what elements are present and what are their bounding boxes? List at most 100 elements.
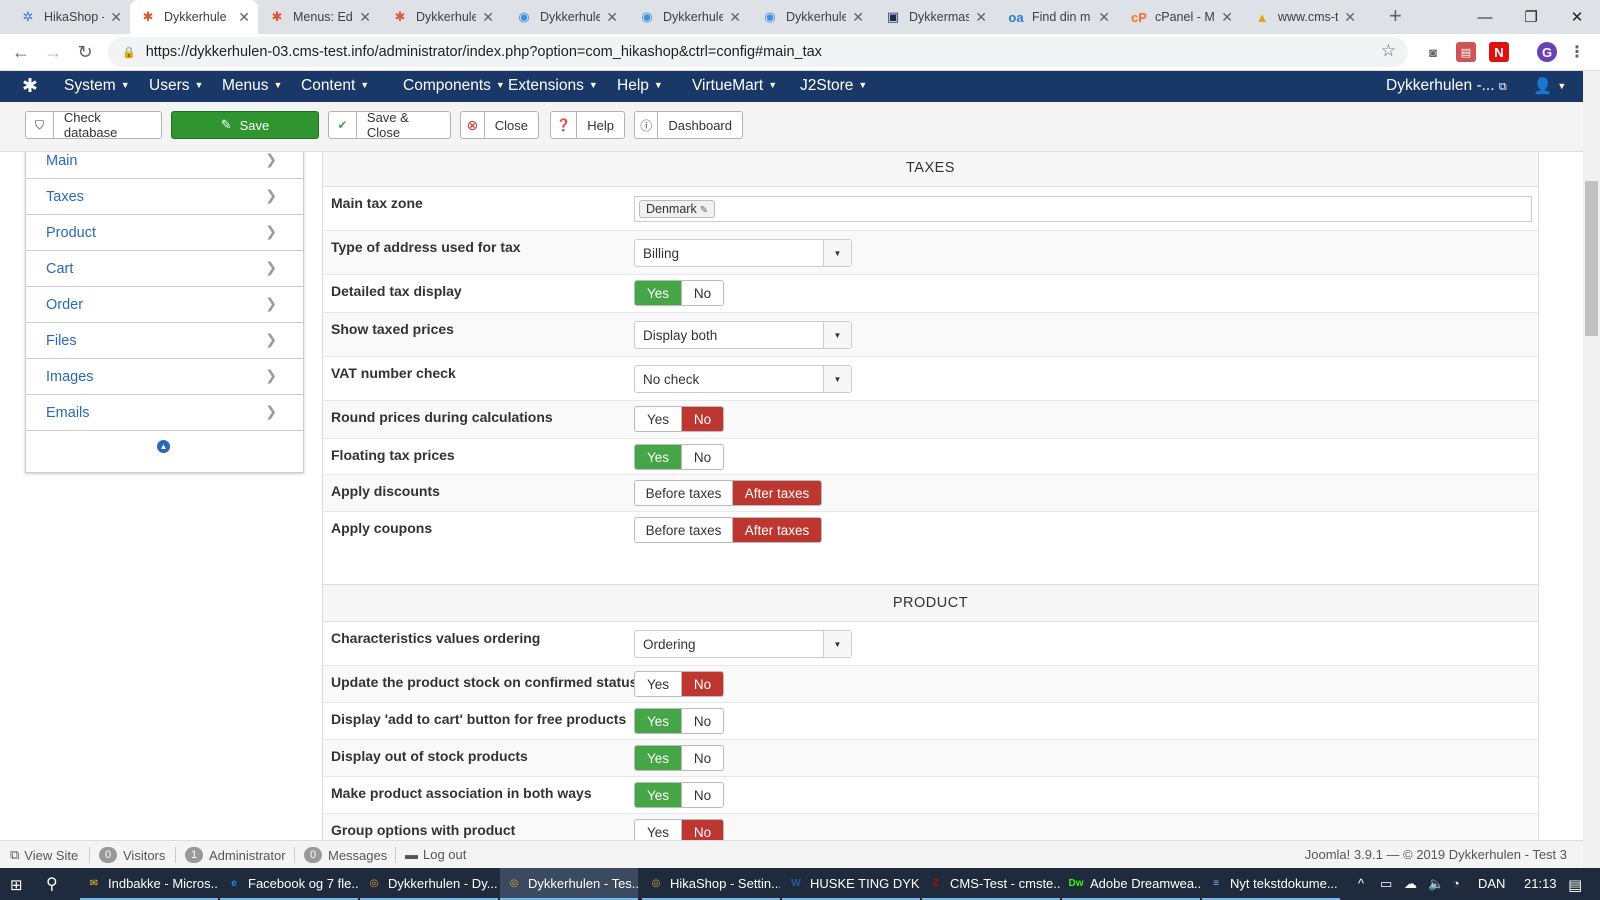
yes-option[interactable]: Yes: [635, 746, 682, 770]
collapse-up-icon[interactable]: ▲: [157, 440, 170, 453]
nav-menu-virtuemart[interactable]: VirtueMart ▼: [692, 77, 777, 95]
no-option[interactable]: No: [682, 709, 723, 733]
taskbar-item[interactable]: W HUSKE TING DYK...: [782, 868, 920, 900]
help-button[interactable]: ❓ Help: [550, 111, 625, 139]
close-window-icon[interactable]: ✕: [1554, 0, 1600, 34]
after-taxes-option[interactable]: After taxes: [733, 481, 821, 505]
clock[interactable]: 21:13: [1524, 876, 1557, 891]
yes-option[interactable]: Yes: [635, 783, 682, 807]
sidebar-item-product[interactable]: Product ❯: [26, 215, 303, 251]
save-button[interactable]: ✎ Save: [171, 111, 319, 139]
browser-tab[interactable]: ▣ Dykkermas ✕: [875, 0, 995, 34]
close-tab-icon[interactable]: ✕: [729, 9, 741, 26]
nav-menu-components[interactable]: Components ▼: [403, 77, 505, 95]
yes-option[interactable]: Yes: [635, 709, 682, 733]
dashboard-button[interactable]: ⓘ Dashboard: [634, 111, 743, 139]
nav-menu-menus[interactable]: Menus ▼: [222, 77, 282, 95]
char-ordering-select[interactable]: Ordering ▼: [634, 630, 852, 658]
windows-start-icon[interactable]: ⊞: [10, 876, 23, 894]
search-icon[interactable]: ⚲: [46, 874, 58, 894]
nav-menu-j2store[interactable]: J2Store ▼: [800, 77, 867, 95]
browser-tab[interactable]: ✱ Dykkerhule ✕: [130, 0, 258, 34]
browser-tab[interactable]: ◉ Dykkerhule ✕: [506, 0, 626, 34]
battery-icon[interactable]: ▭: [1380, 876, 1392, 892]
browser-tab[interactable]: ◉ Dykkerhule ✕: [752, 0, 872, 34]
vat-check-select[interactable]: No check ▼: [634, 365, 852, 393]
no-option[interactable]: No: [682, 281, 723, 305]
camera-icon[interactable]: ◙: [1423, 42, 1443, 62]
taskbar-item[interactable]: Dw Adobe Dreamwea...: [1062, 868, 1200, 900]
yes-option[interactable]: Yes: [635, 445, 682, 469]
volume-icon[interactable]: 🔈: [1428, 876, 1444, 892]
tray-chevron-icon[interactable]: ^: [1358, 876, 1364, 891]
nav-menu-system[interactable]: System ▼: [64, 77, 130, 95]
taskbar-item[interactable]: ◎ Dykkerhulen - Dy...: [360, 868, 498, 900]
page-scrollbar[interactable]: [1583, 71, 1600, 868]
bookmark-star-icon[interactable]: ☆: [1381, 41, 1396, 61]
browser-tab[interactable]: ▲ www.cms-t ✕: [1244, 0, 1364, 34]
url-bar[interactable]: 🔒 https://dykkerhulen-03.cms-test.info/a…: [108, 37, 1408, 67]
yes-option[interactable]: Yes: [635, 820, 682, 840]
n-extension-icon[interactable]: N: [1489, 42, 1509, 62]
wifi-icon[interactable]: ◔: [1452, 876, 1460, 891]
no-option[interactable]: No: [682, 445, 723, 469]
reload-icon[interactable]: ↻: [72, 39, 98, 65]
close-tab-icon[interactable]: ✕: [1221, 9, 1233, 26]
before-taxes-option[interactable]: Before taxes: [635, 481, 733, 505]
logout-link[interactable]: ▬ Log out: [405, 847, 466, 862]
check-database-button[interactable]: ⛉ Check database: [25, 110, 162, 140]
pencil-icon[interactable]: ✎: [700, 205, 708, 216]
no-option[interactable]: No: [682, 407, 723, 431]
browser-tab[interactable]: ✱ Menus: Edi ✕: [259, 0, 379, 34]
language-indicator[interactable]: DAN: [1478, 876, 1505, 891]
yes-option[interactable]: Yes: [635, 281, 682, 305]
taskbar-item[interactable]: ◎ HikaShop - Settin...: [642, 868, 780, 900]
sidebar-item-files[interactable]: Files ❯: [26, 323, 303, 359]
notifications-icon[interactable]: ▤: [1568, 876, 1582, 894]
sidebar-item-cart[interactable]: Cart ❯: [26, 251, 303, 287]
close-tab-icon[interactable]: ✕: [1098, 9, 1110, 26]
user-menu-icon[interactable]: 👤 ▼: [1533, 77, 1566, 96]
close-tab-icon[interactable]: ✕: [482, 9, 494, 26]
close-tab-icon[interactable]: ✕: [238, 9, 250, 26]
restore-icon[interactable]: ❐: [1508, 0, 1554, 34]
pdf-extension-icon[interactable]: ▤: [1456, 42, 1476, 62]
close-tab-icon[interactable]: ✕: [852, 9, 864, 26]
view-site-link[interactable]: ⧉ View Site: [10, 847, 78, 863]
forward-icon[interactable]: →: [40, 39, 66, 65]
no-option[interactable]: No: [682, 783, 723, 807]
sidebar-item-main[interactable]: Main ❯: [26, 152, 303, 179]
browser-tab[interactable]: ✱ Dykkerhule ✕: [382, 0, 502, 34]
nav-menu-extensions[interactable]: Extensions ▼: [508, 77, 598, 95]
taskbar-item[interactable]: e Facebook og 7 fle...: [220, 868, 358, 900]
nav-menu-content[interactable]: Content ▼: [301, 77, 369, 95]
site-name-link[interactable]: Dykkerhulen -... ⧉: [1386, 77, 1507, 95]
sidebar-item-taxes[interactable]: Taxes ❯: [26, 179, 303, 215]
browser-menu-icon[interactable]: ⋮: [1567, 42, 1587, 62]
joomla-logo-icon[interactable]: ✱: [22, 75, 38, 98]
browser-tab[interactable]: ✲ HikaShop - ✕: [10, 0, 130, 34]
taskbar-item[interactable]: ◎ Dykkerhulen - Tes...: [500, 868, 638, 900]
no-option[interactable]: No: [682, 672, 723, 696]
browser-tab[interactable]: oa Find din m ✕: [998, 0, 1118, 34]
sidebar-item-emails[interactable]: Emails ❯: [26, 395, 303, 431]
messages-status[interactable]: 0 Messages: [304, 847, 387, 863]
yes-option[interactable]: Yes: [635, 672, 682, 696]
taskbar-item[interactable]: Z CMS-Test - cmste...: [922, 868, 1060, 900]
close-tab-icon[interactable]: ✕: [359, 9, 371, 26]
back-icon[interactable]: ←: [8, 39, 34, 65]
minimize-icon[interactable]: —: [1462, 0, 1508, 34]
taskbar-item[interactable]: ≡ Nyt tekstdokume...: [1202, 868, 1340, 900]
nav-menu-help[interactable]: Help ▼: [617, 77, 663, 95]
no-option[interactable]: No: [682, 746, 723, 770]
nav-menu-users[interactable]: Users ▼: [149, 77, 203, 95]
close-tab-icon[interactable]: ✕: [1344, 9, 1356, 26]
browser-tab[interactable]: ◉ Dykkerhule ✕: [629, 0, 749, 34]
save-close-button[interactable]: ✔ Save & Close: [328, 110, 451, 140]
tax-zone-tag[interactable]: Denmark ✎: [639, 200, 716, 218]
taskbar-item[interactable]: ✉ Indbakke - Micros...: [80, 868, 218, 900]
close-tab-icon[interactable]: ✕: [606, 9, 618, 26]
cloud-icon[interactable]: ☁: [1404, 876, 1417, 892]
sidebar-item-order[interactable]: Order ❯: [26, 287, 303, 323]
sidebar-item-images[interactable]: Images ❯: [26, 359, 303, 395]
